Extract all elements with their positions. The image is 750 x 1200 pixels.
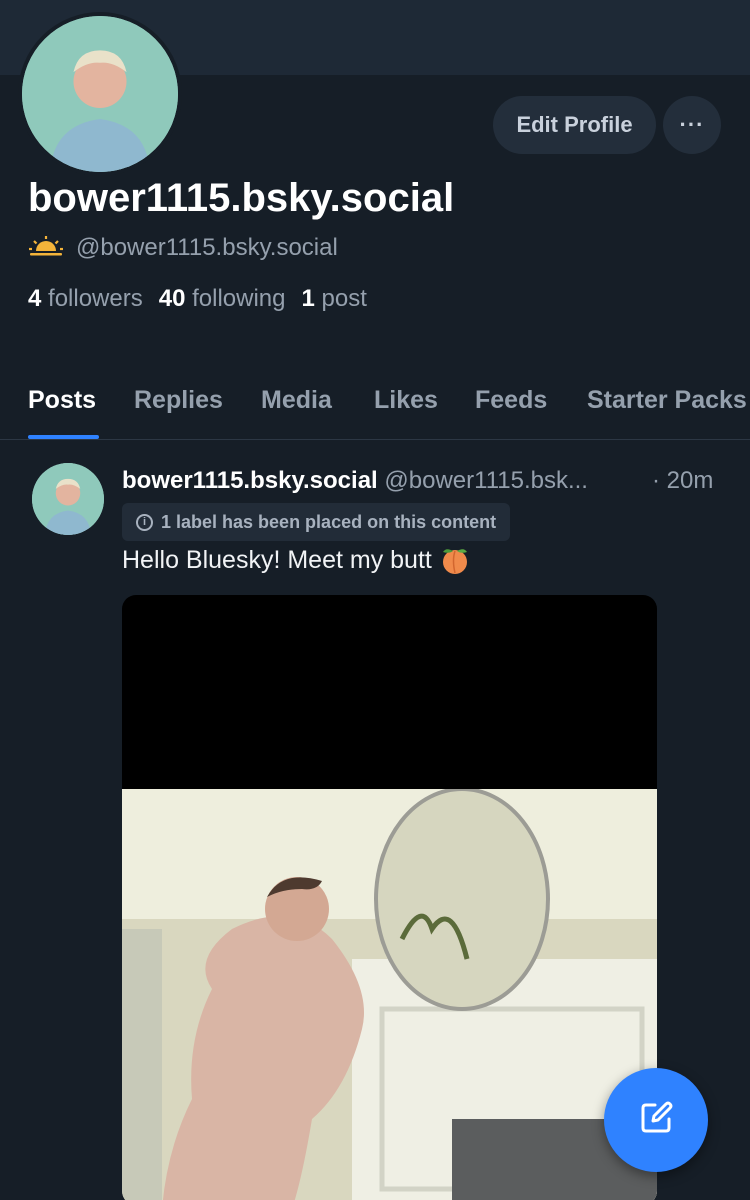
profile-display-name: bower1115.bsky.social xyxy=(28,176,455,220)
tab-likes[interactable]: Likes xyxy=(374,386,438,415)
tab-posts[interactable]: Posts xyxy=(28,386,96,415)
sunrise-icon xyxy=(28,235,64,262)
info-icon: i xyxy=(136,513,153,531)
compose-post-button[interactable] xyxy=(604,1068,708,1172)
handle-row: @bower1115.bsky.social xyxy=(28,234,338,262)
label-notice-text: 1 label has been placed on this content xyxy=(161,511,497,532)
profile-avatar[interactable] xyxy=(18,12,182,176)
posts-label: post xyxy=(321,285,367,312)
post-text-row: Hello Bluesky! Meet my butt xyxy=(122,545,470,575)
post-timestamp[interactable]: · 20m xyxy=(652,467,713,495)
posts-stat: 1 post xyxy=(302,285,367,313)
post-author-handle[interactable]: @bower1115.bsk... xyxy=(384,467,588,494)
followers-stat[interactable]: 4 followers xyxy=(28,285,143,313)
profile-stats: 4 followers 40 following 1 post xyxy=(28,285,367,313)
tab-feeds[interactable]: Feeds xyxy=(475,386,547,415)
post-author-avatar[interactable] xyxy=(32,463,104,535)
compose-icon xyxy=(636,1098,676,1143)
post-media[interactable] xyxy=(122,595,657,1200)
avatar-photo xyxy=(32,463,104,535)
profile-tabs: Posts Replies Media Likes Feeds Starter … xyxy=(0,382,750,440)
tab-starter-packs[interactable]: Starter Packs xyxy=(587,386,747,415)
peach-icon xyxy=(440,545,470,575)
post-header: bower1115.bsky.social @bower1115.bsk... xyxy=(122,467,722,495)
content-label-notice[interactable]: i 1 label has been placed on this conten… xyxy=(122,503,511,541)
following-label: following xyxy=(192,285,286,312)
active-tab-indicator xyxy=(28,435,99,439)
more-options-button[interactable]: ··· xyxy=(663,96,721,154)
followers-count: 4 xyxy=(28,285,42,312)
posts-count: 1 xyxy=(301,285,315,312)
post-text: Hello Bluesky! Meet my butt xyxy=(122,545,432,574)
edit-profile-button[interactable]: Edit Profile xyxy=(493,96,656,154)
avatar-photo xyxy=(22,16,178,172)
tab-replies[interactable]: Replies xyxy=(134,386,223,415)
profile-handle: @bower1115.bsky.social xyxy=(76,234,338,261)
ellipsis-icon: ··· xyxy=(679,112,705,137)
following-count: 40 xyxy=(158,285,186,312)
post-image xyxy=(122,789,657,1200)
followers-label: followers xyxy=(48,285,143,312)
following-stat[interactable]: 40 following xyxy=(159,285,286,313)
post-author-name[interactable]: bower1115.bsky.social xyxy=(122,467,378,494)
tab-media[interactable]: Media xyxy=(261,386,332,415)
